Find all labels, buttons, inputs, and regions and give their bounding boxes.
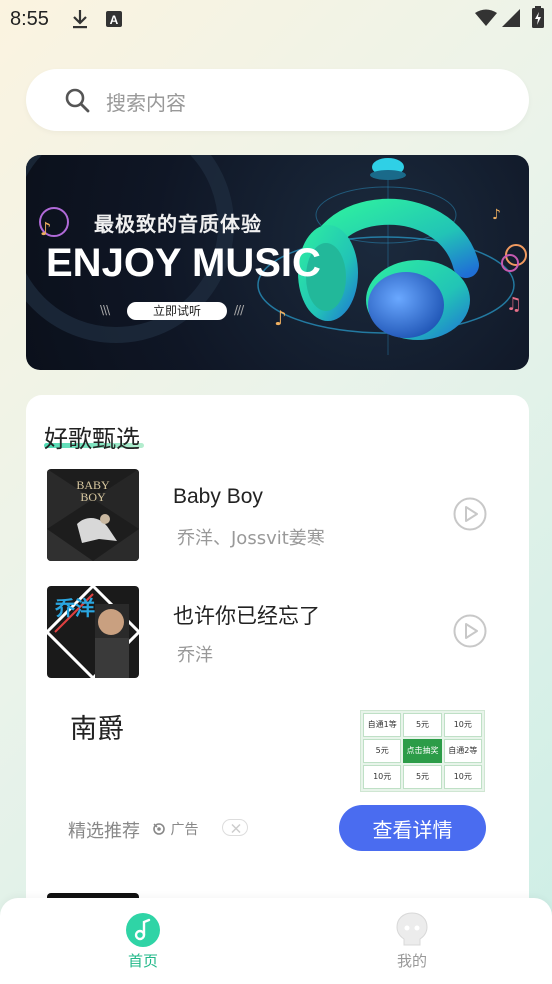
svg-text:♫: ♫ xyxy=(506,294,522,315)
download-icon xyxy=(70,8,90,34)
cover-text: 乔洋 xyxy=(55,596,95,620)
tab-mine-label: 我的 xyxy=(396,952,427,970)
banner-deco-right: /// xyxy=(234,303,244,317)
song-row[interactable]: BABY BOY Baby Boy 乔洋、Jossvit姜寒 xyxy=(47,469,487,561)
ad-grid-cell: 点击抽奖 xyxy=(403,739,442,763)
cover-text: BABY BOY xyxy=(76,478,110,504)
svg-text:A: A xyxy=(110,13,119,27)
promo-banner[interactable]: ♪ ♫ ♪ ♪ 最极致的音质体验 ENJOY MUSIC \\\ 立即试听 //… xyxy=(26,155,529,370)
tab-home[interactable]: 首页 xyxy=(83,898,203,984)
song-row[interactable]: 乔洋 也许你已经忘了 乔洋 xyxy=(47,586,487,678)
ad-grid-cell: 10元 xyxy=(443,713,482,737)
song-title: Baby Boy xyxy=(173,485,263,508)
banner-headline: ENJOY MUSIC xyxy=(46,241,321,285)
play-icon[interactable] xyxy=(453,614,487,648)
battery-icon xyxy=(532,6,544,32)
song-list-card: 好歌甄选 BABY BOY Baby Boy 乔洋、Jossvit姜寒 乔洋 也… xyxy=(26,395,529,935)
album-cover: 乔洋 xyxy=(47,586,139,678)
tab-mine[interactable]: 我的 xyxy=(352,898,472,984)
play-icon[interactable] xyxy=(453,497,487,531)
svg-text:♪: ♪ xyxy=(40,219,52,240)
ad-image[interactable]: 自通1等 5元 10元 5元 点击抽奖 自通2等 10元 5元 10元 xyxy=(360,710,485,792)
song-artist: 乔洋 xyxy=(177,645,213,666)
section-title: 好歌甄选 xyxy=(44,425,140,453)
search-bar[interactable]: 搜索内容 xyxy=(26,69,529,131)
search-input[interactable]: 搜索内容 xyxy=(106,87,186,116)
ad-tag-label: 广告 xyxy=(170,822,199,838)
notification-a-icon: A xyxy=(105,10,123,32)
ad-recommend-label: 精选推荐 xyxy=(68,821,140,842)
view-details-button[interactable]: 查看详情 xyxy=(339,805,486,851)
listen-now-button[interactable]: 立即试听 xyxy=(127,302,227,320)
status-bar: 8:55 A xyxy=(0,0,552,40)
status-time: 8:55 xyxy=(10,8,49,30)
tab-home-label: 首页 xyxy=(127,952,158,970)
signal-icon xyxy=(502,9,520,31)
ad-badge-icon xyxy=(153,823,165,835)
banner-deco-left: \\\ xyxy=(100,303,110,317)
song-title: 也许你已经忘了 xyxy=(173,605,320,628)
song-artist: 乔洋、Jossvit姜寒 xyxy=(177,528,325,549)
ad-grid-cell: 5元 xyxy=(403,713,442,737)
ad-tag: 广告 xyxy=(152,819,198,839)
profile-icon xyxy=(396,912,428,946)
bottom-tab-bar: 首页 我的 xyxy=(0,898,552,984)
music-note-icon xyxy=(126,913,160,947)
ad-grid-cell: 自通1等 xyxy=(363,713,402,737)
album-cover: BABY BOY xyxy=(47,469,139,561)
ad-grid-cell: 10元 xyxy=(363,765,402,789)
wifi-icon xyxy=(475,9,497,31)
ad-title[interactable]: 南爵 xyxy=(70,707,124,746)
svg-text:♪: ♪ xyxy=(274,306,287,330)
banner-subtitle: 最极致的音质体验 xyxy=(94,212,262,236)
ad-close-icon[interactable] xyxy=(222,819,248,836)
search-icon xyxy=(64,87,90,117)
svg-text:♪: ♪ xyxy=(492,207,501,223)
ad-grid-cell: 10元 xyxy=(443,765,482,789)
ad-grid-cell: 自通2等 xyxy=(443,739,482,763)
ad-grid-cell: 5元 xyxy=(403,765,442,789)
ad-grid-cell: 5元 xyxy=(363,739,402,763)
